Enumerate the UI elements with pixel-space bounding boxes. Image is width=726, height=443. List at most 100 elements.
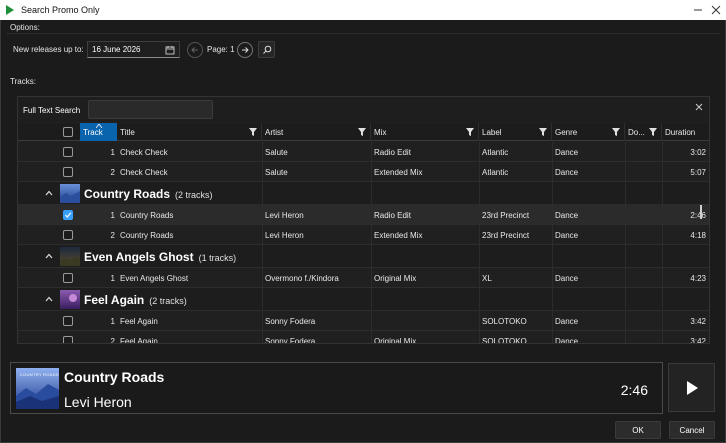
filter-icon [249, 128, 257, 136]
group-header-even-angels-ghost[interactable]: Even Angels Ghost (1 tracks) [18, 245, 709, 268]
cell-track-number: 1 [110, 147, 115, 157]
column-header-title[interactable]: Title [117, 123, 262, 141]
cell-duration: 5:07 [690, 167, 706, 177]
cell-mix: Original Mix [374, 336, 417, 344]
table-row[interactable]: 1 Check Check Salute Radio Edit Atlantic… [18, 142, 709, 162]
filter-icon [649, 128, 657, 136]
cell-title: Feel Again [120, 316, 158, 326]
row-checkbox[interactable] [63, 316, 73, 326]
cell-title: Country Roads [120, 210, 174, 220]
new-releases-label: New releases up to: [13, 45, 84, 54]
cell-genre: Dance [555, 230, 579, 240]
cell-artist: Levi Heron [265, 230, 304, 240]
cell-genre: Dance [555, 167, 579, 177]
title-bar: Search Promo Only [0, 0, 726, 20]
close-search-icon[interactable] [695, 103, 703, 113]
cell-title: Feel Again [120, 336, 158, 344]
minimize-button[interactable] [690, 0, 706, 20]
row-checkbox[interactable] [63, 273, 73, 283]
now-playing-title: Country Roads [64, 369, 165, 385]
date-value: 16 June 2026 [92, 45, 141, 54]
table-row[interactable]: 1 Feel Again Sonny Fodera SOLOTOKO Dance… [18, 311, 709, 331]
cell-artist: Salute [265, 167, 288, 177]
table-row[interactable]: 1 Country Roads Levi Heron Radio Edit 23… [18, 205, 709, 225]
group-header-country-roads[interactable]: Country Roads (2 tracks) [18, 182, 709, 205]
filter-icon [466, 128, 474, 136]
date-picker[interactable]: 16 June 2026 [87, 41, 180, 58]
column-header-artist[interactable]: Artist [262, 123, 371, 141]
table-row[interactable]: 2 Feel Again Sonny Fodera Original Mix S… [18, 331, 709, 344]
group-header-feel-again[interactable]: Feel Again (2 tracks) [18, 288, 709, 311]
cell-genre: Dance [555, 316, 579, 326]
cell-duration: 4:18 [690, 230, 706, 240]
column-header-label[interactable]: Label [479, 123, 552, 141]
cell-track-number: 2 [110, 336, 115, 344]
row-checkbox[interactable] [63, 167, 73, 177]
row-checkbox[interactable] [63, 230, 73, 240]
select-all-checkbox[interactable] [63, 127, 73, 137]
column-separator [479, 142, 480, 343]
filter-icon [612, 128, 620, 136]
chevron-up-icon[interactable] [45, 189, 53, 198]
ok-button[interactable]: OK [615, 421, 661, 439]
table-row[interactable]: 2 Country Roads Levi Heron Extended Mix … [18, 225, 709, 245]
cell-mix: Radio Edit [374, 147, 411, 157]
cell-title: Check Check [120, 167, 168, 177]
row-checkbox-checked[interactable] [63, 210, 73, 220]
header-select-all[interactable] [59, 123, 79, 141]
vertical-scrollbar[interactable] [700, 205, 702, 219]
table-row[interactable]: 2 Check Check Salute Extended Mix Atlant… [18, 162, 709, 182]
search-icon [262, 45, 271, 54]
checkmark-icon [65, 212, 72, 218]
full-text-search-input[interactable] [88, 100, 213, 119]
cancel-button[interactable]: Cancel [669, 421, 715, 439]
column-header-mix[interactable]: Mix [371, 123, 479, 141]
cell-track-number: 1 [110, 273, 115, 283]
search-button[interactable] [258, 41, 275, 58]
column-header-row: Track Title Artist Mix Label Genre Do... [18, 123, 709, 141]
close-button[interactable] [708, 0, 724, 20]
column-separator [552, 142, 553, 343]
cell-mix: Extended Mix [374, 167, 423, 177]
column-header-track[interactable]: Track [80, 123, 117, 141]
cell-track-number: 2 [110, 230, 115, 240]
group-title: Feel Again (2 tracks) [84, 293, 187, 307]
play-button[interactable] [668, 363, 715, 412]
column-separator [371, 142, 372, 343]
cell-mix [374, 311, 477, 331]
cell-track-number: 2 [110, 167, 115, 177]
options-label: Options: [10, 23, 40, 32]
arrow-right-icon [242, 47, 249, 53]
album-art-caption: COUNTRY ROADS [20, 372, 59, 377]
filter-icon [539, 128, 547, 136]
chevron-up-icon[interactable] [45, 252, 53, 261]
row-checkbox[interactable] [63, 147, 73, 157]
cell-mix: Radio Edit [374, 210, 411, 220]
tracks-grid: Full Text Search Track Title Artist Mix … [17, 96, 710, 344]
cell-label: 23rd Precinct [482, 230, 530, 240]
full-text-search-bar: Full Text Search [18, 97, 709, 122]
cell-mix: Extended Mix [374, 230, 423, 240]
next-page-button[interactable] [237, 42, 253, 58]
cell-genre: Dance [555, 147, 579, 157]
column-header-duration[interactable]: Duration [662, 123, 709, 141]
cell-artist: Levi Heron [265, 210, 304, 220]
calendar-icon[interactable] [165, 45, 175, 57]
cell-duration: 3:02 [690, 147, 706, 157]
column-header-download[interactable]: Do... [625, 123, 662, 141]
previous-page-button[interactable] [187, 42, 203, 58]
cell-title: Check Check [120, 147, 168, 157]
table-row[interactable]: 1 Even Angels Ghost Overmono f./Kindora … [18, 268, 709, 288]
cell-label: XL [482, 273, 492, 283]
group-title: Country Roads (2 tracks) [84, 187, 213, 201]
chevron-up-icon[interactable] [45, 295, 53, 304]
row-checkbox[interactable] [63, 336, 73, 343]
column-header-genre[interactable]: Genre [552, 123, 625, 141]
cell-genre: Dance [555, 273, 579, 283]
cell-genre: Dance [555, 210, 579, 220]
now-playing-panel: COUNTRY ROADS Country Roads Levi Heron 2… [10, 362, 663, 414]
group-title: Even Angels Ghost (1 tracks) [84, 250, 237, 264]
cell-track-number: 1 [110, 316, 115, 326]
album-art-thumbnail [60, 247, 80, 266]
cell-title: Even Angels Ghost [120, 273, 189, 283]
